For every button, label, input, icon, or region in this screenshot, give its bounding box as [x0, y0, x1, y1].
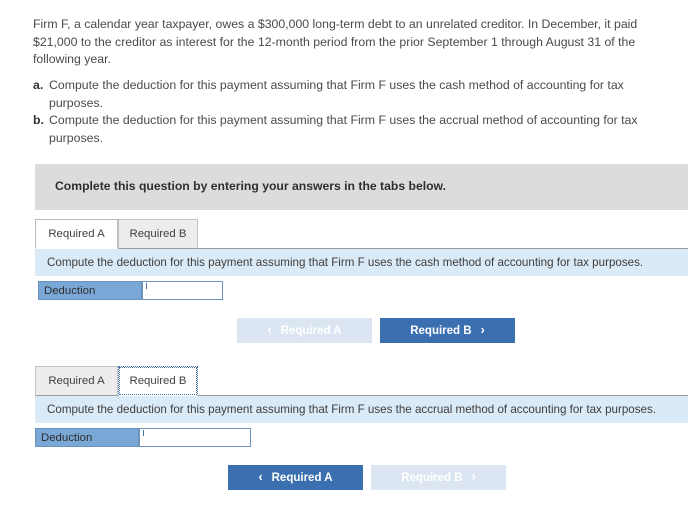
- question-stem: Firm F, a calendar year taxpayer, owes a…: [33, 17, 638, 66]
- chevron-right-icon-1: ›: [480, 323, 485, 338]
- part-a-marker: a.: [33, 78, 44, 92]
- chevron-right-icon-2: ›: [471, 470, 476, 485]
- tab-required-b-2[interactable]: Required B: [118, 366, 198, 396]
- part-b-marker: b.: [33, 113, 44, 127]
- text-caret-icon-2: [143, 430, 144, 436]
- panel-1-prompt: Compute the deduction for this payment a…: [35, 249, 688, 276]
- panel-2-nav: ‹ Required A Required B ›: [35, 465, 688, 495]
- prev-required-a-button-2[interactable]: ‹ Required A: [228, 465, 363, 490]
- next-required-b-button-1[interactable]: Required B ›: [380, 318, 515, 343]
- next-required-b-button-1-label: Required B: [410, 324, 472, 337]
- deduction-label-1: Deduction: [38, 281, 142, 300]
- tab-required-b-1-label: Required B: [129, 228, 187, 240]
- question-parts-list: a. Compute the deduction for this paymen…: [33, 77, 674, 147]
- panel-2-answer-row: Deduction: [35, 428, 688, 458]
- tab-required-a-2[interactable]: Required A: [35, 366, 118, 396]
- prev-required-a-button-1-label: Required A: [280, 324, 342, 337]
- tab-required-b-2-label: Required B: [129, 375, 187, 387]
- tab-panel-required-a: Required A Required B Compute the deduct…: [35, 219, 688, 348]
- chevron-left-icon-1: ‹: [267, 323, 272, 338]
- question-part-b: b. Compute the deduction for this paymen…: [33, 112, 674, 147]
- deduction-label-2: Deduction: [35, 428, 139, 447]
- tab-panel-required-b: Required A Required B Compute the deduct…: [35, 366, 688, 495]
- tab-required-a-1[interactable]: Required A: [35, 219, 118, 249]
- panel-1-answer-row: Deduction: [35, 281, 688, 311]
- panel-1-nav: ‹ Required A Required B ›: [35, 318, 688, 348]
- next-required-b-button-2[interactable]: Required B ›: [371, 465, 506, 490]
- next-required-b-button-2-label: Required B: [401, 471, 463, 484]
- text-caret-icon-1: [146, 283, 147, 289]
- question-part-a: a. Compute the deduction for this paymen…: [33, 77, 674, 112]
- prev-required-a-button-2-label: Required A: [271, 471, 333, 484]
- tab-required-a-2-label: Required A: [48, 375, 105, 387]
- tab-required-b-1[interactable]: Required B: [118, 219, 198, 249]
- chevron-left-icon-2: ‹: [258, 470, 263, 485]
- panel-2-prompt: Compute the deduction for this payment a…: [35, 396, 688, 423]
- prev-required-a-button-1[interactable]: ‹ Required A: [237, 318, 372, 343]
- part-b-text: Compute the deduction for this payment a…: [49, 113, 638, 145]
- instruction-banner-text: Complete this question by entering your …: [55, 179, 446, 193]
- part-a-text: Compute the deduction for this payment a…: [49, 78, 624, 110]
- deduction-input-1[interactable]: [142, 281, 223, 300]
- deduction-input-2[interactable]: [139, 428, 251, 447]
- tabstrip-1: Required A Required B: [35, 219, 688, 249]
- tabstrip-2: Required A Required B: [35, 366, 688, 396]
- instruction-banner: Complete this question by entering your …: [35, 164, 688, 210]
- tab-required-a-1-label: Required A: [48, 228, 105, 240]
